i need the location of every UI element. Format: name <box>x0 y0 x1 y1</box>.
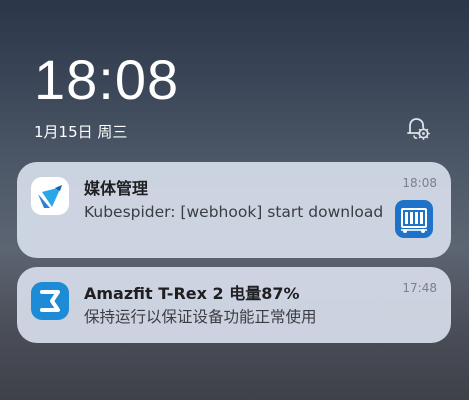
notification-body: Kubespider: [webhook] start download <box>84 203 384 221</box>
lock-date: 1月15日 周三 <box>34 123 128 141</box>
notification-time: 17:48 <box>402 281 437 295</box>
notification-card-media-manager[interactable]: 媒体管理 Kubespider: [webhook] start downloa… <box>17 162 451 258</box>
notification-card-amazfit[interactable]: Amazfit T-Rex 2 电量87% 保持运行以保证设备功能正常使用 17… <box>17 267 451 343</box>
zepp-icon <box>31 282 69 320</box>
media-manager-bird-icon <box>31 177 69 215</box>
notification-settings-button[interactable] <box>404 114 432 142</box>
notification-body: 保持运行以保证设备功能正常使用 <box>84 308 317 326</box>
nas-server-icon <box>395 200 433 238</box>
bell-gear-icon <box>407 118 430 140</box>
notification-time: 18:08 <box>402 176 437 190</box>
lock-clock: 18:08 <box>34 48 180 111</box>
notification-title: 媒体管理 <box>84 179 149 198</box>
notification-title: Amazfit T-Rex 2 电量87% <box>84 284 300 303</box>
